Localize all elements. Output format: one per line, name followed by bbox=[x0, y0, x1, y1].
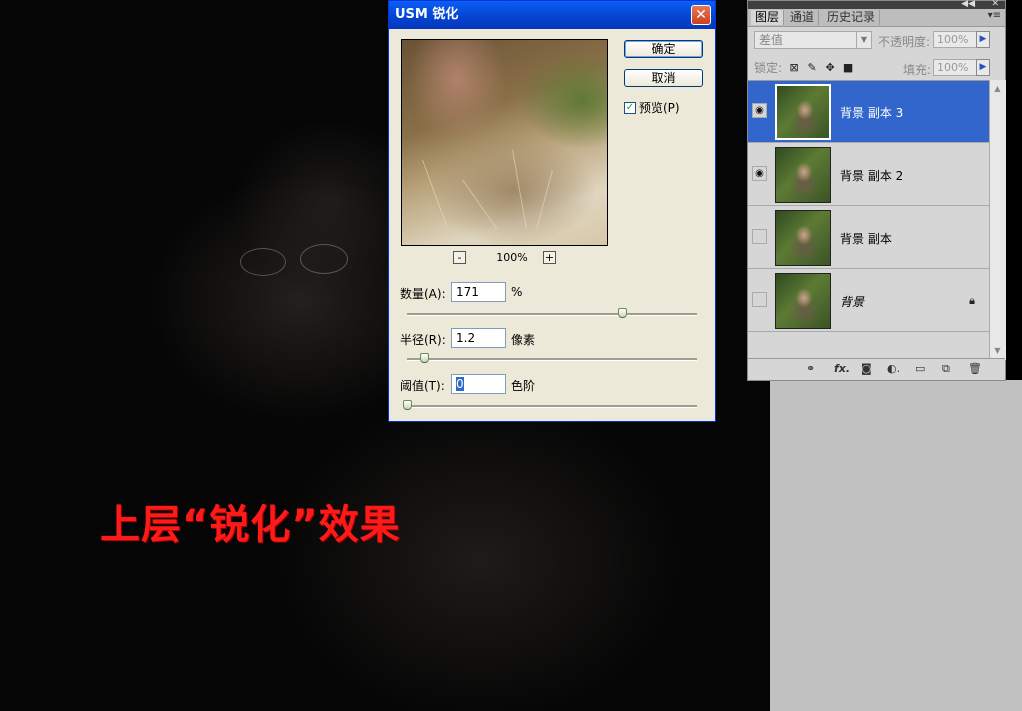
zoom-in-button[interactable]: + bbox=[543, 251, 556, 264]
canvas-eye-left bbox=[240, 248, 286, 276]
preview-detail bbox=[422, 159, 447, 226]
link-icon[interactable]: ⚭ bbox=[806, 362, 815, 375]
layer-list: ◉ 背景 副本 3 ◉ 背景 副本 2 背景 副本 背景 🔒︎ bbox=[748, 80, 989, 361]
visibility-toggle[interactable] bbox=[752, 229, 767, 244]
visibility-toggle[interactable] bbox=[752, 292, 767, 307]
layer-thumbnail bbox=[775, 147, 831, 203]
unsharp-mask-dialog: USM 锐化 ✕ - 100% + 确定 取消 ✓ 预览(P) 数量(A): 1… bbox=[388, 0, 716, 422]
canvas-eye-right bbox=[300, 244, 348, 274]
layer-name: 背景 副本 bbox=[840, 232, 892, 246]
trash-icon[interactable]: 🗑︎ bbox=[968, 362, 982, 375]
panel-header[interactable]: ◀◀ ✕ bbox=[748, 0, 1005, 9]
layers-toolbar: ⚭ fx. ◙ ◐. ▭ ⧉ 🗑︎ bbox=[748, 358, 1005, 380]
radius-label: 半径(R): bbox=[400, 333, 446, 347]
layer-list-scrollbar[interactable]: ▲ ▼ bbox=[989, 80, 1006, 360]
layer-name: 背景 bbox=[840, 295, 865, 309]
close-panel-icon[interactable]: ✕ bbox=[991, 0, 999, 9]
layer-row[interactable]: 背景 🔒︎ bbox=[748, 270, 989, 332]
opacity-input[interactable]: 100% bbox=[933, 31, 977, 48]
layer-row[interactable]: ◉ 背景 副本 2 bbox=[748, 144, 989, 206]
threshold-unit: 色阶 bbox=[511, 379, 536, 393]
cancel-button[interactable]: 取消 bbox=[624, 69, 703, 87]
fill-label: 填充: bbox=[903, 63, 932, 77]
dialog-title: USM 锐化 bbox=[395, 7, 459, 22]
fx-icon[interactable]: fx. bbox=[834, 362, 850, 375]
layers-panel: ◀◀ ✕ 图层 通道 历史记录 ▾≡ 差值 ▼ 不透明度: 100% ▶ 锁定:… bbox=[747, 0, 1006, 381]
preview-toggle[interactable]: ✓ 预览(P) bbox=[624, 99, 680, 116]
fill-input[interactable]: 100% bbox=[933, 59, 977, 76]
amount-label: 数量(A): bbox=[400, 287, 446, 301]
lock-all-icon[interactable]: ■ bbox=[842, 61, 854, 74]
threshold-slider[interactable] bbox=[403, 400, 697, 410]
preview-label: 预览(P) bbox=[639, 101, 680, 115]
opacity-arrow-button[interactable]: ▶ bbox=[976, 31, 990, 48]
new-layer-icon[interactable]: ⧉ bbox=[942, 362, 950, 376]
lock-position-icon[interactable]: ✥ bbox=[824, 61, 836, 74]
chevron-down-icon: ▼ bbox=[856, 32, 871, 48]
threshold-value: 0 bbox=[456, 377, 464, 391]
layer-thumbnail bbox=[775, 273, 831, 329]
preview-detail bbox=[512, 149, 527, 229]
amount-slider-thumb[interactable] bbox=[618, 308, 627, 318]
tab-layers[interactable]: 图层 bbox=[751, 10, 785, 25]
zoom-out-button[interactable]: - bbox=[453, 251, 466, 264]
blend-mode-value: 差值 bbox=[759, 33, 784, 47]
scroll-down-icon[interactable]: ▼ bbox=[992, 346, 1003, 356]
collapse-icon[interactable]: ◀◀ bbox=[961, 0, 975, 9]
lock-icon: 🔒︎ bbox=[969, 294, 975, 307]
radius-slider[interactable] bbox=[407, 353, 697, 363]
layer-name: 背景 副本 3 bbox=[840, 106, 904, 120]
eye-icon[interactable]: ◉ bbox=[752, 103, 767, 118]
ok-button[interactable]: 确定 bbox=[624, 40, 703, 58]
amount-value: 171 bbox=[456, 285, 479, 299]
layer-name: 背景 副本 2 bbox=[840, 169, 904, 183]
panel-menu-icon[interactable]: ▾≡ bbox=[988, 10, 1001, 21]
mask-icon[interactable]: ◙ bbox=[861, 362, 872, 375]
threshold-label: 阈值(T): bbox=[400, 379, 445, 393]
dialog-title-bar[interactable]: USM 锐化 ✕ bbox=[389, 1, 715, 29]
tab-history[interactable]: 历史记录 bbox=[823, 10, 881, 25]
lock-label: 锁定: bbox=[754, 61, 783, 75]
zoom-level: 100% bbox=[496, 251, 528, 264]
folder-icon[interactable]: ▭ bbox=[915, 362, 925, 375]
adjustment-icon[interactable]: ◐. bbox=[887, 362, 900, 375]
annotation-caption: 上层“锐化”效果 bbox=[100, 502, 401, 548]
scroll-up-icon[interactable]: ▲ bbox=[992, 84, 1003, 94]
workspace-background bbox=[770, 380, 1022, 711]
amount-unit: % bbox=[511, 285, 523, 299]
preview-checkbox[interactable]: ✓ bbox=[624, 101, 636, 114]
layer-thumbnail bbox=[775, 84, 831, 140]
layer-row[interactable]: ◉ 背景 副本 3 bbox=[748, 81, 989, 143]
preview-detail bbox=[536, 170, 553, 229]
preview-image[interactable] bbox=[401, 39, 608, 246]
radius-input[interactable]: 1.2 bbox=[451, 328, 506, 348]
threshold-input[interactable]: 0 bbox=[451, 374, 506, 394]
threshold-slider-thumb[interactable] bbox=[403, 400, 412, 410]
amount-input[interactable]: 171 bbox=[451, 282, 506, 302]
blend-mode-select[interactable]: 差值 ▼ bbox=[754, 31, 872, 49]
opacity-label: 不透明度: bbox=[878, 35, 931, 49]
preview-zoom: - 100% + bbox=[451, 251, 561, 267]
layer-thumbnail bbox=[775, 210, 831, 266]
radius-value: 1.2 bbox=[456, 331, 476, 345]
panel-tabs: 图层 通道 历史记录 ▾≡ bbox=[748, 9, 1005, 27]
tab-channels[interactable]: 通道 bbox=[786, 10, 820, 25]
lock-row: 锁定: ⊠ ✎ ✥ ■ bbox=[754, 59, 854, 76]
lock-paint-icon[interactable]: ✎ bbox=[806, 61, 818, 74]
preview-detail bbox=[462, 179, 498, 230]
radius-slider-thumb[interactable] bbox=[420, 353, 429, 363]
lock-transparency-icon[interactable]: ⊠ bbox=[788, 61, 800, 74]
fill-arrow-button[interactable]: ▶ bbox=[976, 59, 990, 76]
amount-slider[interactable] bbox=[407, 308, 697, 318]
layer-row[interactable]: 背景 副本 bbox=[748, 207, 989, 269]
radius-unit: 像素 bbox=[511, 333, 536, 347]
close-icon[interactable]: ✕ bbox=[691, 5, 711, 25]
eye-icon[interactable]: ◉ bbox=[752, 166, 767, 181]
